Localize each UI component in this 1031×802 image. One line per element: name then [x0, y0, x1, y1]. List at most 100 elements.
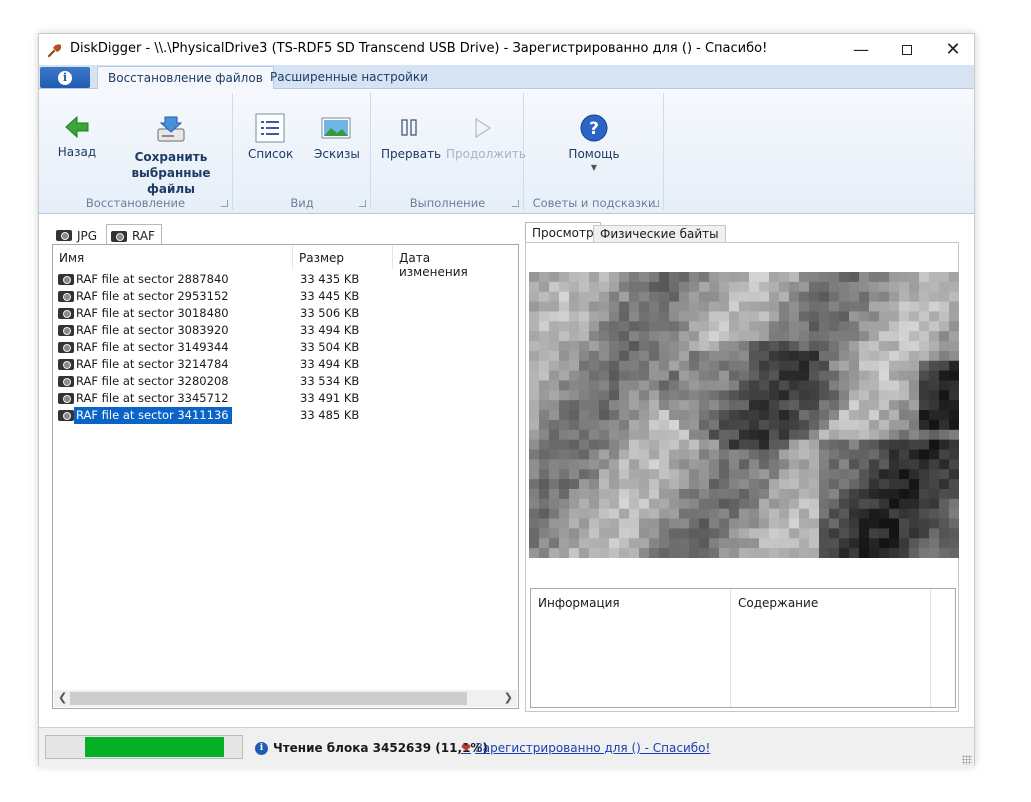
group-label-run: Выполнение — [409, 196, 486, 210]
back-label: Назад — [57, 145, 97, 159]
pause-icon — [401, 119, 417, 136]
file-name: RAF file at sector 3149344 — [76, 340, 229, 354]
continue-label: Продолжить — [446, 147, 526, 161]
status-bar: i Чтение блока 3452639 (11,1%) ❤ Зарегис… — [39, 727, 974, 767]
progress-bar — [45, 735, 243, 759]
dialog-launcher-icon[interactable] — [652, 200, 659, 207]
list-view-button[interactable]: Список — [248, 113, 293, 161]
file-list-pane: JPG RAF Имя Размер Дата изменения RAF fi… — [52, 224, 519, 709]
table-row[interactable]: RAF file at sector 2887840 33 435 KB — [58, 271, 513, 288]
arrow-left-icon — [65, 115, 89, 139]
help-label: Помощь — [568, 147, 620, 161]
tab-raf-label: RAF — [132, 229, 155, 243]
file-name: RAF file at sector 3083920 — [76, 323, 229, 337]
column-header-content[interactable]: Содержание — [731, 589, 931, 707]
tab-file-recovery[interactable]: Восстановление файлов — [97, 66, 274, 90]
table-row[interactable]: RAF file at sector 3214784 33 494 KB — [58, 356, 513, 373]
camera-icon — [111, 230, 127, 242]
table-row[interactable]: RAF file at sector 3018480 33 506 KB — [58, 305, 513, 322]
scroll-left-icon[interactable]: ❮ — [58, 691, 67, 704]
save-label-line1: Сохранить — [134, 150, 208, 164]
table-row[interactable]: RAF file at sector 3345712 33 491 KB — [58, 390, 513, 407]
table-row[interactable]: RAF file at sector 2953152 33 445 KB — [58, 288, 513, 305]
pause-button[interactable]: Прервать — [381, 113, 441, 161]
tab-physical-bytes[interactable]: Физические байты — [593, 225, 726, 242]
close-button[interactable]: ✕ — [930, 34, 976, 65]
heart-icon: ❤ — [461, 741, 472, 755]
maximize-button[interactable] — [884, 34, 930, 65]
info-icon: i — [255, 741, 268, 755]
file-size: 33 494 KB — [300, 357, 360, 371]
table-row[interactable]: RAF file at sector 3411136 33 485 KB — [58, 407, 513, 424]
save-label-line2: выбранные — [131, 166, 211, 180]
save-selected-files-button[interactable]: Сохранить выбранные файлы — [131, 113, 211, 197]
registration-link[interactable]: ❤ Зарегистрированно для () - Спасибо! — [461, 741, 710, 755]
camera-icon — [58, 325, 74, 336]
preview-frame: Информация Содержание — [525, 242, 959, 712]
file-size: 33 485 KB — [300, 408, 360, 422]
column-header-name[interactable]: Имя — [53, 245, 293, 269]
window-title: DiskDigger - \\.\PhysicalDrive3 (TS-RDF5… — [70, 41, 768, 56]
app-window: DiskDigger - \\.\PhysicalDrive3 (TS-RDF5… — [38, 33, 975, 767]
help-button[interactable]: ? Помощь ▼ — [561, 113, 627, 172]
preview-pane: Просмотр Физические байты Информация Сод… — [523, 222, 961, 712]
table-row[interactable]: RAF file at sector 3083920 33 494 KB — [58, 322, 513, 339]
file-name: RAF file at sector 3280208 — [76, 374, 229, 388]
preview-image — [529, 272, 959, 558]
resize-grip[interactable] — [962, 755, 972, 765]
thumbnails-label: Эскизы — [314, 147, 360, 161]
file-size: 33 491 KB — [300, 391, 360, 405]
tab-raf[interactable]: RAF — [106, 224, 162, 244]
file-list[interactable]: Имя Размер Дата изменения RAF file at se… — [52, 244, 519, 709]
horizontal-scrollbar[interactable]: ❮ ❯ — [54, 690, 517, 707]
dialog-launcher-icon[interactable] — [221, 200, 228, 207]
status-text: Чтение блока 3452639 (11,1%) — [273, 741, 488, 755]
maximize-icon — [902, 44, 912, 55]
table-row[interactable]: RAF file at sector 3149344 33 504 KB — [58, 339, 513, 356]
tab-advanced-settings[interactable]: Расширенные настройки — [260, 66, 438, 90]
minimize-icon: — — [853, 40, 869, 59]
registration-link-text[interactable]: Зарегистрированно для () - Спасибо! — [475, 741, 710, 755]
title-bar[interactable]: DiskDigger - \\.\PhysicalDrive3 (TS-RDF5… — [39, 34, 974, 65]
file-info-table[interactable]: Информация Содержание — [530, 588, 956, 708]
ribbon-tab-row: i Восстановление файлов Расширенные наст… — [39, 65, 974, 90]
pause-label: Прервать — [381, 147, 442, 161]
file-size: 33 534 KB — [300, 374, 360, 388]
file-size: 33 494 KB — [300, 323, 360, 337]
column-header-info[interactable]: Информация — [531, 589, 731, 707]
column-header-size[interactable]: Размер — [293, 245, 393, 269]
camera-icon — [58, 376, 74, 387]
tab-preview[interactable]: Просмотр — [525, 222, 601, 242]
file-name: RAF file at sector 2887840 — [76, 272, 229, 286]
dialog-launcher-icon[interactable] — [512, 200, 519, 207]
tab-jpg-label: JPG — [77, 228, 98, 243]
table-row[interactable]: RAF file at sector 3280208 33 534 KB — [58, 373, 513, 390]
thumbnails-view-button[interactable]: Эскизы — [314, 113, 360, 161]
continue-button[interactable]: Продолжить — [446, 113, 526, 161]
file-size: 33 445 KB — [300, 289, 360, 303]
help-icon: ? — [580, 114, 608, 142]
back-button[interactable]: Назад — [57, 113, 97, 159]
scrollbar-thumb[interactable] — [70, 692, 467, 705]
column-header-date[interactable]: Дата изменения — [393, 245, 493, 279]
ribbon: Назад Сохранить выбранные файлы Восстано… — [39, 89, 974, 214]
tab-jpg[interactable]: JPG — [52, 224, 103, 244]
group-label-restore: Восстановление — [85, 196, 186, 210]
camera-icon — [58, 308, 74, 319]
list-icon — [255, 113, 285, 143]
scroll-right-icon[interactable]: ❯ — [504, 691, 513, 704]
minimize-button[interactable]: — — [838, 34, 884, 65]
file-size: 33 504 KB — [300, 340, 360, 354]
ribbon-group-restore: Назад Сохранить выбранные файлы Восстано… — [39, 93, 233, 210]
dropdown-arrow-icon: ▼ — [590, 163, 598, 172]
camera-icon — [58, 410, 74, 421]
dialog-launcher-icon[interactable] — [359, 200, 366, 207]
camera-icon — [56, 230, 72, 241]
play-icon — [475, 117, 492, 139]
camera-icon — [58, 393, 74, 404]
progress-fill — [85, 737, 224, 757]
app-menu-button[interactable]: i — [40, 67, 90, 88]
camera-icon — [58, 291, 74, 302]
thumbnails-icon — [321, 117, 351, 139]
status-message: i Чтение блока 3452639 (11,1%) — [255, 741, 488, 755]
